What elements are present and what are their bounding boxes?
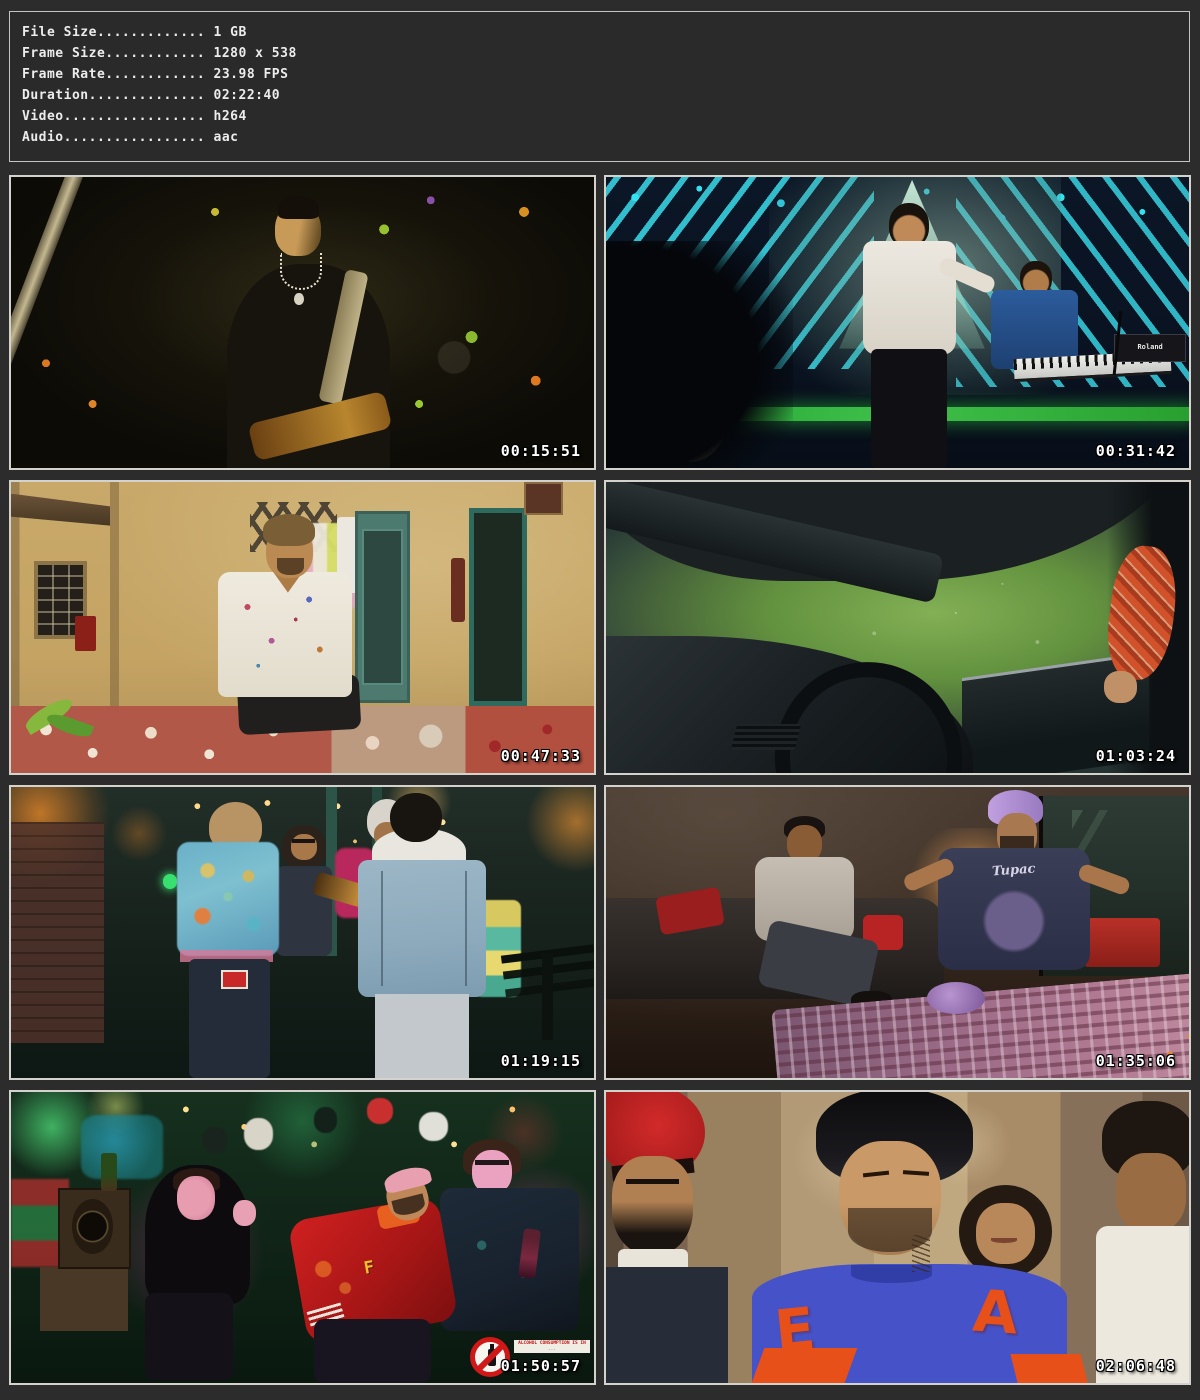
wall-box-shape bbox=[75, 616, 96, 651]
crowd-head-shape bbox=[314, 1107, 337, 1133]
meta-line-frame-rate: Frame Rate............ 23.98 FPS bbox=[22, 64, 1189, 85]
scene-crowd-closeup: E A bbox=[606, 1092, 1189, 1383]
singer-pants-shape bbox=[871, 349, 947, 468]
thumbnail-5: 01:19:15 bbox=[9, 785, 596, 1080]
brick-wall-shape bbox=[11, 822, 104, 1043]
meta-line-video: Video................. h264 bbox=[22, 106, 1189, 127]
thumbnail-1: 00:15:51 bbox=[9, 175, 596, 470]
sikh-man-body-shape bbox=[606, 1267, 728, 1383]
thumbnail-3: 00:47:33 bbox=[9, 480, 596, 775]
sweater-orange-patch bbox=[1010, 1354, 1087, 1383]
scene-neon-stage: YAMAHA Roland bbox=[606, 177, 1189, 468]
woman1-legs-shape bbox=[145, 1293, 232, 1380]
thumbnail-4: 01:03:24 bbox=[604, 480, 1191, 775]
meta-line-duration: Duration.............. 02:22:40 bbox=[22, 85, 1189, 106]
sweater-orange-patch bbox=[751, 1348, 857, 1383]
singer-hair-shape bbox=[278, 196, 319, 219]
woman2-jacket-shape bbox=[440, 1188, 580, 1331]
timestamp: 01:19:15 bbox=[501, 1052, 581, 1070]
crowd-silhouette bbox=[606, 241, 793, 468]
crowd-head-shape bbox=[203, 1127, 226, 1153]
timestamp: 01:35:06 bbox=[1096, 1052, 1176, 1070]
timestamp: 00:15:51 bbox=[501, 442, 581, 460]
screen-door-shape bbox=[355, 511, 410, 703]
railing-post-shape bbox=[542, 953, 554, 1040]
meta-line-frame-size: Frame Size............ 1280 x 538 bbox=[22, 43, 1189, 64]
scene-night-street bbox=[11, 787, 594, 1078]
young-man-face-shape bbox=[1116, 1153, 1186, 1232]
jeans-shape bbox=[375, 994, 468, 1078]
table-shape bbox=[40, 1267, 127, 1331]
pendant-shape bbox=[294, 293, 303, 305]
sweater-letter: A bbox=[971, 1277, 1021, 1348]
meta-line-file-size: File Size............. 1 GB bbox=[22, 22, 1189, 43]
thumbnail-6: Tupac 01:35:06 bbox=[604, 785, 1191, 1080]
thumbnail-7: F ALCOHOL CONSUMPTION IS IN ... 01:50:57 bbox=[9, 1090, 596, 1385]
keyboard-brand-label: Roland bbox=[1114, 334, 1186, 362]
media-info-panel: File Size............. 1 GB Frame Size..… bbox=[9, 11, 1190, 162]
man-shirt-shape bbox=[218, 572, 352, 697]
warning-text-strip: ALCOHOL CONSUMPTION IS IN ... bbox=[514, 1340, 590, 1353]
denim-jacket-shape bbox=[358, 860, 486, 997]
porch-roof-shape bbox=[11, 494, 110, 526]
crowd-head-shape bbox=[244, 1118, 273, 1150]
scene-recording-studio: Tupac bbox=[606, 787, 1189, 1078]
woman1-hand-shape bbox=[233, 1200, 256, 1226]
hand-shape bbox=[1104, 671, 1136, 703]
glasses-shape bbox=[292, 839, 315, 843]
scene-courtyard bbox=[11, 482, 594, 773]
thumbnail-8: E A 02:06:48 bbox=[604, 1090, 1191, 1385]
warning-subtext: ... bbox=[514, 1346, 590, 1351]
paisley-jacket-shape bbox=[177, 842, 279, 955]
scene-concert-confetti bbox=[11, 177, 594, 468]
woman1-face-shape bbox=[177, 1176, 215, 1220]
speaker-shape bbox=[58, 1188, 131, 1269]
light-pole-shape bbox=[11, 177, 95, 407]
meta-line-audio: Audio................. aac bbox=[22, 127, 1189, 148]
eyebrow-shape bbox=[626, 1179, 678, 1184]
crowd-head-shape bbox=[419, 1112, 448, 1141]
glasses-shape bbox=[475, 1160, 509, 1165]
wall-picture-shape bbox=[524, 482, 563, 515]
warning-text: ALCOHOL CONSUMPTION IS IN bbox=[518, 1340, 586, 1345]
air-vent-shape bbox=[731, 724, 802, 750]
timestamp: 01:03:24 bbox=[1096, 747, 1176, 765]
crowd-head-shape bbox=[367, 1098, 393, 1124]
video-preview-sheet: File Size............. 1 GB Frame Size..… bbox=[0, 0, 1200, 1400]
sikh-man-face-shape bbox=[612, 1156, 694, 1255]
graffiti-blob bbox=[81, 1115, 163, 1179]
man-beard-shape bbox=[277, 558, 304, 575]
guitarist-face-shape bbox=[291, 834, 317, 860]
console-blob-shape bbox=[927, 982, 985, 1014]
thumbnail-2: YAMAHA Roland 00:31:42 bbox=[604, 175, 1191, 470]
timestamp: 01:50:57 bbox=[501, 1357, 581, 1375]
green-lamp-dot bbox=[163, 874, 178, 889]
timestamp: 00:47:33 bbox=[501, 747, 581, 765]
bottle-shape bbox=[101, 1153, 116, 1191]
red-amp-shape bbox=[1084, 918, 1160, 967]
man-hair-shape bbox=[263, 514, 315, 546]
neck-tattoo-shape bbox=[912, 1235, 929, 1273]
timestamp: 00:31:42 bbox=[1096, 442, 1176, 460]
denim-man-head-shape bbox=[390, 793, 442, 842]
scene-car-interior bbox=[606, 482, 1189, 773]
wall-hanging-shape bbox=[451, 558, 465, 622]
timestamp: 02:06:48 bbox=[1096, 1357, 1176, 1375]
pocket-patch-shape bbox=[221, 970, 248, 989]
pearl-necklace-shape bbox=[280, 253, 322, 290]
door-shape bbox=[469, 508, 527, 706]
man-pants-shape bbox=[314, 1319, 431, 1383]
singer-shirt-shape bbox=[863, 241, 956, 354]
woman-face-shape bbox=[976, 1203, 1034, 1264]
